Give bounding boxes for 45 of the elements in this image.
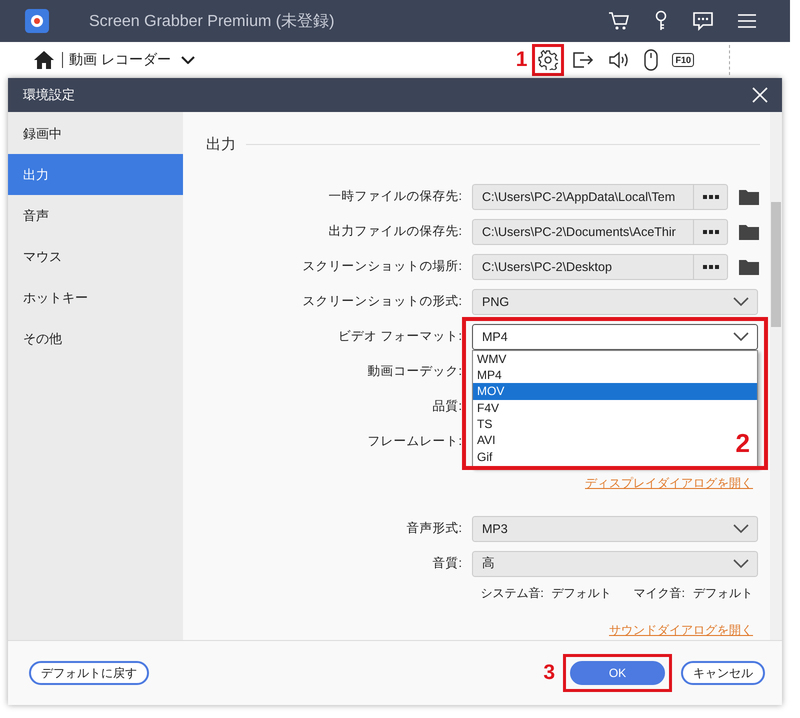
annotation-number: 2 — [736, 428, 750, 458]
info-label: システム音: — [480, 585, 544, 602]
select-field[interactable]: MP3 — [472, 516, 758, 542]
select-field[interactable]: 高 — [472, 550, 758, 576]
path-field[interactable]: C:\Users\PC-2\Desktop — [472, 254, 693, 280]
field-label: スクリーンショットの場所: — [302, 258, 462, 275]
dropdown-option[interactable]: Gif — [473, 448, 517, 466]
annotation-number: 3 — [543, 661, 555, 685]
sidebar-item[interactable]: マウス — [8, 236, 183, 277]
mode-dropdown[interactable]: 動画 レコーダー — [69, 51, 195, 69]
info-value: デフォルト — [552, 585, 612, 602]
sidebar-item[interactable]: 出力 — [8, 154, 183, 195]
dropdown-option[interactable]: AVI — [473, 432, 517, 449]
field-label: 一時ファイルの保存先: — [328, 188, 462, 205]
section-title: 出力 — [206, 135, 236, 154]
sidebar-item[interactable]: ホットキー — [8, 277, 183, 318]
dropdown-option[interactable]: MOV — [473, 383, 757, 400]
sidebar-item[interactable]: その他 — [8, 318, 183, 359]
field-label: 音声形式: — [406, 520, 462, 537]
dropdown-option[interactable]: F4V — [473, 400, 517, 416]
info-value: デフォルト — [693, 585, 753, 602]
select-field[interactable]: PNG — [472, 288, 758, 314]
info-label: マイク音: — [634, 585, 685, 602]
select-field[interactable]: MP4 — [472, 324, 758, 350]
field-label: 出力ファイルの保存先: — [328, 223, 462, 240]
hotkey-button[interactable]: F10 — [672, 53, 694, 67]
sidebar-item[interactable]: 録画中 — [8, 113, 183, 154]
dropdown-option[interactable]: MP4 — [473, 366, 517, 384]
reset-button[interactable]: デフォルトに戻す — [29, 661, 149, 685]
cancel-button[interactable]: キャンセル — [681, 661, 765, 685]
field-label: スクリーンショットの形式: — [302, 293, 462, 310]
dropdown-option[interactable]: TS — [473, 416, 517, 432]
dialog-title: 環境設定 — [23, 86, 75, 104]
field-label: ビデオ フォーマット: — [337, 328, 462, 345]
app-title: Screen Grabber Premium (未登録) — [89, 12, 334, 32]
field-label: 品質: — [432, 398, 462, 415]
path-field[interactable]: C:\Users\PC-2\Documents\AceThir — [472, 218, 693, 244]
sidebar-item[interactable]: 音声 — [8, 195, 183, 236]
annotation-number: 1 — [516, 48, 528, 72]
field-label: 動画コーデック: — [366, 363, 462, 380]
field-label: 音質: — [432, 555, 462, 572]
path-field[interactable]: C:\Users\PC-2\AppData\Local\Tem — [472, 184, 693, 210]
dropdown-option[interactable]: WMV — [473, 350, 517, 367]
field-label: フレームレート: — [366, 433, 462, 450]
ok-button[interactable]: OK — [570, 661, 665, 685]
